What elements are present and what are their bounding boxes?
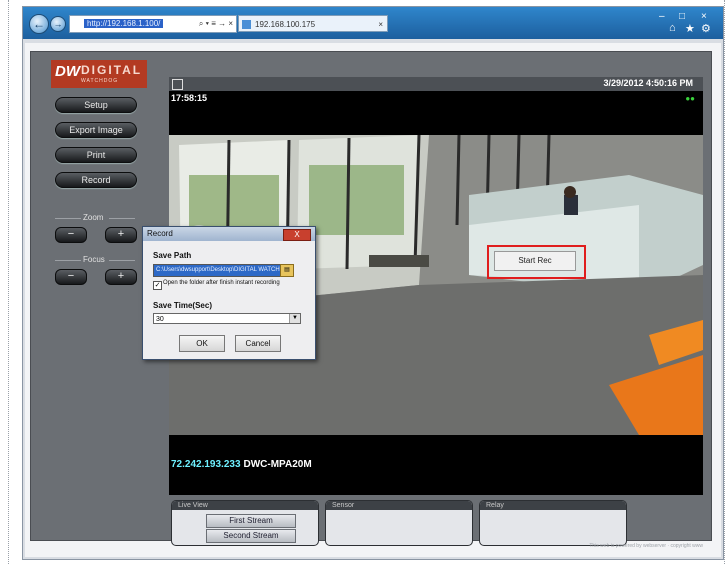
page-content: DW DIGITAL WATCHDOG Setup Export Image P… <box>25 43 721 557</box>
footer-note: This web is powered by webserver · copyr… <box>589 543 703 549</box>
camera-viewer: DW DIGITAL WATCHDOG Setup Export Image P… <box>30 51 712 549</box>
address-bar[interactable]: http://192.168.1.100/ ⌕ ▾ ≡ → × <box>69 15 237 33</box>
focus-near-button[interactable]: − <box>55 269 87 285</box>
maximize-button[interactable]: □ <box>679 11 685 22</box>
home-icon[interactable]: ⌂ <box>669 22 676 34</box>
sensor-panel: Sensor <box>325 500 473 546</box>
forward-button[interactable]: → <box>50 16 66 32</box>
browser-tab[interactable]: 192.168.100.175 × <box>238 15 388 32</box>
live-view-title: Live View <box>172 501 318 510</box>
focus-divider-right <box>109 260 135 261</box>
zoom-divider-left <box>55 218 81 219</box>
tab-close-icon[interactable]: × <box>378 16 383 33</box>
open-folder-checkbox[interactable]: ✓ <box>153 281 162 290</box>
video-topbar: 3/29/2012 4:50:16 PM <box>169 77 703 91</box>
live-view-panel: Live View First Stream Second Stream <box>171 500 319 546</box>
camera-ip: 72.242.193.233 <box>171 459 241 470</box>
camera-model: DWC-MPA20M <box>243 459 312 470</box>
zoom-out-button[interactable]: − <box>55 227 87 243</box>
focus-label: Focus <box>83 255 105 264</box>
relay-title: Relay <box>480 501 626 510</box>
zoom-label: Zoom <box>83 213 104 222</box>
chevron-down-icon[interactable]: ▼ <box>289 314 300 323</box>
save-time-select[interactable]: 30 ▼ <box>153 313 301 324</box>
margin-guide-right <box>724 0 725 564</box>
sensor-title: Sensor <box>326 501 472 510</box>
dialog-close-button[interactable]: X <box>283 229 311 241</box>
setup-button[interactable]: Setup <box>55 97 137 113</box>
logo-sub: WATCHDOG <box>81 78 119 84</box>
save-path-label: Save Path <box>153 251 192 260</box>
context-menu-highlight: Start Rec <box>487 245 586 279</box>
minimize-button[interactable]: – <box>659 11 665 22</box>
favorites-star-icon[interactable]: ★ <box>685 22 695 35</box>
save-path-input[interactable]: C:\Users\dwsupport\Desktop\DIGITAL WATCH… <box>153 264 281 277</box>
export-image-button[interactable]: Export Image <box>55 122 137 138</box>
zoom-in-button[interactable]: + <box>105 227 137 243</box>
forward-arrow-icon: → <box>53 19 63 29</box>
address-tools[interactable]: ⌕ ▾ ≡ → × <box>199 16 233 32</box>
status-indicator-icon: ●● <box>685 94 695 103</box>
video-info-overlay: 72.242.193.233 DWC-MPA20M <box>171 459 312 470</box>
close-window-button[interactable]: × <box>701 11 707 22</box>
save-time-label: Save Time(Sec) <box>153 301 212 310</box>
favicon-icon <box>242 20 251 29</box>
brand-logo: DW DIGITAL WATCHDOG <box>51 60 147 88</box>
zoom-divider-right <box>109 218 135 219</box>
record-button[interactable]: Record <box>55 172 137 188</box>
second-stream-button[interactable]: Second Stream <box>206 529 296 543</box>
dialog-title: Record <box>147 229 173 238</box>
snapshot-icon[interactable] <box>172 79 183 90</box>
focus-divider-left <box>55 260 81 261</box>
logo-mark: DW <box>55 63 80 80</box>
open-folder-label: Open the folder after finish instant rec… <box>163 280 280 286</box>
first-stream-button[interactable]: First Stream <box>206 514 296 528</box>
record-dialog: Record X Save Path C:\Users\dwsupport\De… <box>142 226 316 360</box>
start-rec-menu-item[interactable]: Start Rec <box>494 251 576 271</box>
cancel-button[interactable]: Cancel <box>235 335 281 352</box>
browse-folder-icon[interactable]: ▤ <box>280 264 294 277</box>
settings-gear-icon[interactable]: ⚙ <box>701 22 711 35</box>
back-button[interactable]: ← <box>29 14 49 34</box>
logo-name: DIGITAL <box>81 63 143 77</box>
browser-window: ← → http://192.168.1.100/ ⌕ ▾ ≡ → × 192.… <box>22 6 724 560</box>
print-button[interactable]: Print <box>55 147 137 163</box>
video-timestamp: 17:58:15 <box>171 93 208 103</box>
margin-guide-left <box>8 0 9 564</box>
video-datetime: 3/29/2012 4:50:16 PM <box>603 78 693 88</box>
focus-far-button[interactable]: + <box>105 269 137 285</box>
tab-label: 192.168.100.175 <box>255 20 316 29</box>
save-time-value: 30 <box>156 316 164 323</box>
browser-titlebar: ← → http://192.168.1.100/ ⌕ ▾ ≡ → × 192.… <box>23 7 723 39</box>
back-arrow-icon: ← <box>33 17 45 31</box>
address-url[interactable]: http://192.168.1.100/ <box>84 19 164 28</box>
relay-panel: Relay <box>479 500 627 546</box>
ok-button[interactable]: OK <box>179 335 225 352</box>
